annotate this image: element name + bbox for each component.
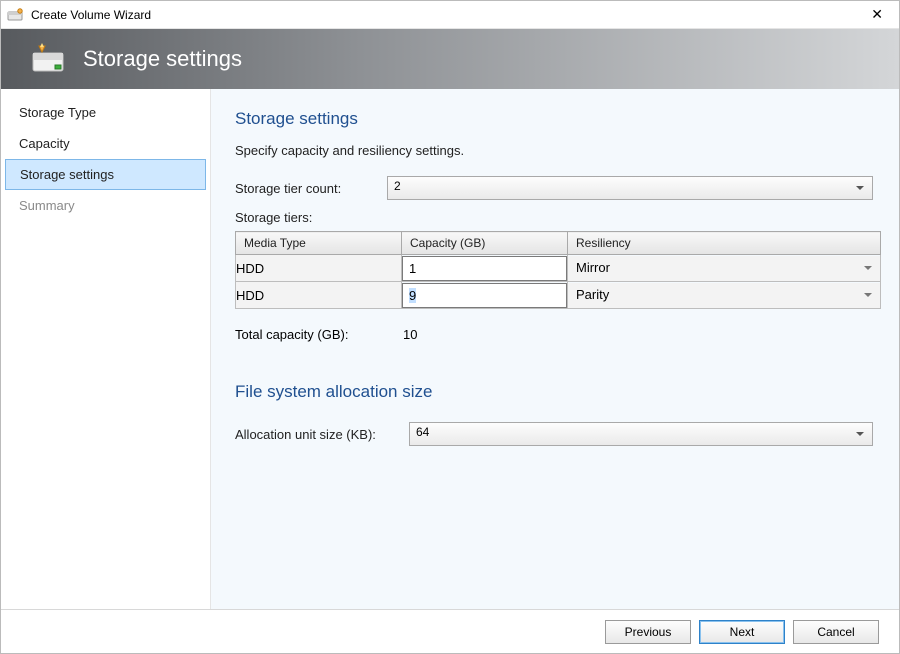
- total-capacity-label: Total capacity (GB):: [235, 327, 403, 342]
- allocation-row: Allocation unit size (KB): 64: [235, 422, 875, 446]
- titlebar: Create Volume Wizard ✕: [1, 1, 899, 29]
- close-icon[interactable]: ✕: [861, 4, 893, 25]
- sidebar-item-storage-type[interactable]: Storage Type: [1, 97, 210, 128]
- tier-count-row: Storage tier count: 2: [235, 176, 875, 200]
- cell-resiliency-dropdown-0[interactable]: Mirror: [568, 256, 880, 281]
- section-title-allocation: File system allocation size: [235, 382, 875, 402]
- wizard-icon: [7, 7, 25, 23]
- sidebar-item-capacity[interactable]: Capacity: [1, 128, 210, 159]
- cell-capacity-input-0[interactable]: [402, 256, 567, 281]
- cancel-button[interactable]: Cancel: [793, 620, 879, 644]
- storage-icon: [31, 43, 69, 75]
- tier-count-dropdown[interactable]: 2: [387, 176, 873, 200]
- previous-button[interactable]: Previous: [605, 620, 691, 644]
- section-description: Specify capacity and resiliency settings…: [235, 143, 875, 158]
- col-resiliency[interactable]: Resiliency: [568, 232, 881, 255]
- cell-capacity-input-1[interactable]: [402, 283, 567, 308]
- table-row: HDD Parity: [236, 282, 881, 309]
- cell-media-0: HDD: [236, 255, 402, 282]
- tier-count-label: Storage tier count:: [235, 181, 387, 196]
- wizard-body: Storage Type Capacity Storage settings S…: [1, 89, 899, 609]
- storage-tiers-table: Media Type Capacity (GB) Resiliency HDD …: [235, 231, 881, 309]
- total-capacity-value: 10: [403, 327, 417, 342]
- wizard-sidebar: Storage Type Capacity Storage settings S…: [1, 89, 211, 609]
- next-button[interactable]: Next: [699, 620, 785, 644]
- total-capacity-row: Total capacity (GB): 10: [235, 327, 875, 342]
- main-panel: Storage settings Specify capacity and re…: [211, 89, 899, 609]
- wizard-footer: Previous Next Cancel: [1, 609, 899, 653]
- header-title: Storage settings: [83, 46, 242, 72]
- header-band: Storage settings: [1, 29, 899, 89]
- cell-resiliency-dropdown-1[interactable]: Parity: [568, 283, 880, 308]
- wizard-window: Create Volume Wizard ✕ Storage settings …: [0, 0, 900, 654]
- section-title-storage: Storage settings: [235, 109, 875, 129]
- tiers-label: Storage tiers:: [235, 210, 875, 225]
- col-capacity[interactable]: Capacity (GB): [402, 232, 568, 255]
- allocation-dropdown[interactable]: 64: [409, 422, 873, 446]
- window-title: Create Volume Wizard: [31, 8, 151, 22]
- table-header-row: Media Type Capacity (GB) Resiliency: [236, 232, 881, 255]
- sidebar-item-storage-settings[interactable]: Storage settings: [5, 159, 206, 190]
- col-media-type[interactable]: Media Type: [236, 232, 402, 255]
- cell-media-1: HDD: [236, 282, 402, 309]
- table-row: HDD Mirror: [236, 255, 881, 282]
- sidebar-item-summary[interactable]: Summary: [1, 190, 210, 221]
- allocation-label: Allocation unit size (KB):: [235, 427, 409, 442]
